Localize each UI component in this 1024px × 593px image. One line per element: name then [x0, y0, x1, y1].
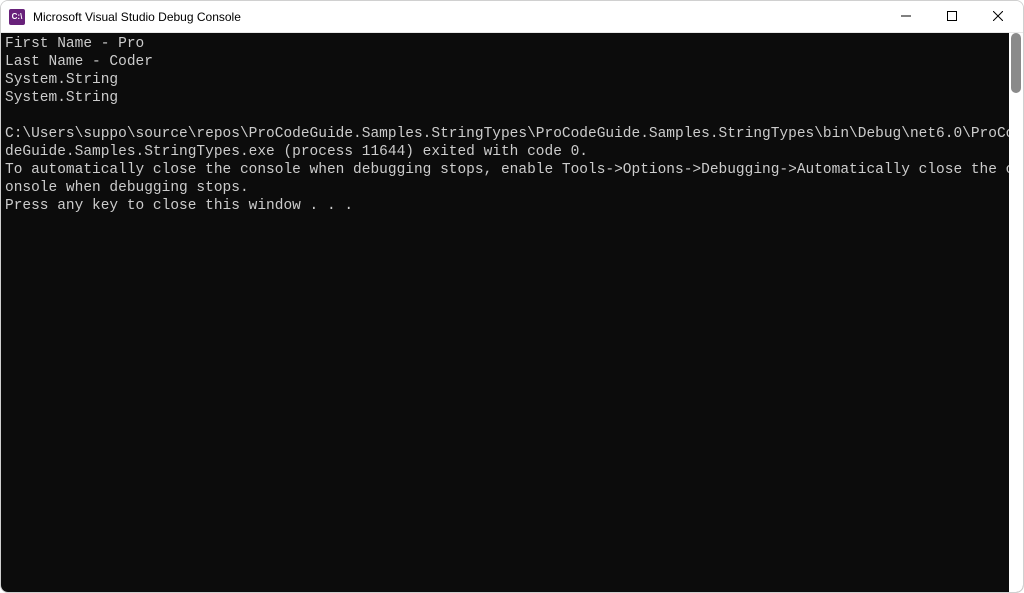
window-controls: [883, 1, 1021, 32]
console-line: To automatically close the console when …: [5, 161, 1023, 197]
window-title: Microsoft Visual Studio Debug Console: [33, 10, 883, 24]
console-wrap: First Name - ProLast Name - CoderSystem.…: [1, 33, 1023, 592]
console-line: [5, 107, 1023, 125]
scrollbar-track[interactable]: [1009, 33, 1023, 592]
console-line: First Name - Pro: [5, 35, 1023, 53]
console-output[interactable]: First Name - ProLast Name - CoderSystem.…: [1, 33, 1023, 592]
console-line: C:\Users\suppo\source\repos\ProCodeGuide…: [5, 125, 1023, 161]
console-line: System.String: [5, 71, 1023, 89]
maximize-button[interactable]: [929, 1, 975, 32]
app-icon: C:\: [9, 9, 25, 25]
minimize-icon: [901, 9, 911, 24]
maximize-icon: [947, 9, 957, 24]
close-icon: [993, 9, 1003, 24]
scrollbar-thumb[interactable]: [1011, 33, 1021, 93]
minimize-button[interactable]: [883, 1, 929, 32]
console-line: Press any key to close this window . . .: [5, 197, 1023, 215]
close-button[interactable]: [975, 1, 1021, 32]
console-line: System.String: [5, 89, 1023, 107]
title-bar[interactable]: C:\ Microsoft Visual Studio Debug Consol…: [1, 1, 1023, 33]
app-window: C:\ Microsoft Visual Studio Debug Consol…: [0, 0, 1024, 593]
console-line: Last Name - Coder: [5, 53, 1023, 71]
